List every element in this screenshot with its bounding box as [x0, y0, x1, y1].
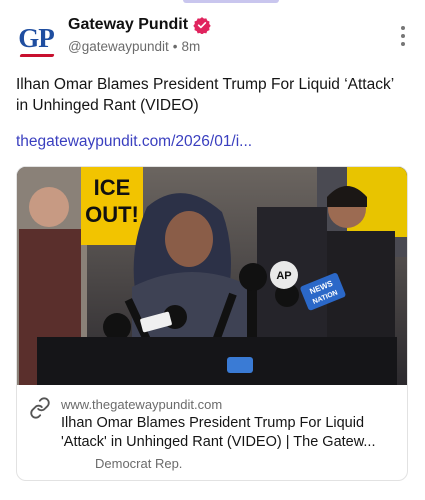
card-domain: www.thegatewaypundit.com	[61, 397, 223, 412]
post-link[interactable]: thegatewaypundit.com/2026/01/i...	[16, 133, 409, 151]
separator: •	[172, 39, 178, 54]
author-handle[interactable]: @gatewaypundit	[68, 39, 169, 54]
avatar-text: GP	[18, 22, 54, 53]
card-meta: www.thegatewaypundit.com Ilhan Omar Blam…	[17, 393, 407, 479]
card-title[interactable]: Ilhan Omar Blames President Trump For Li…	[61, 414, 397, 452]
card-description: Democrat Rep.	[95, 456, 183, 471]
gp-logo-icon: GP	[18, 22, 55, 57]
verified-badge-icon	[193, 16, 211, 34]
post-time: 8m	[181, 39, 201, 54]
sign-text-ice: ICE	[94, 175, 131, 200]
handle-row: @gatewaypundit • 8m	[68, 39, 200, 54]
post-text: Ilhan Omar Blames President Trump For Li…	[16, 76, 394, 114]
post-header: GP Gateway Pundit @gatewaypundit • 8m	[16, 14, 409, 58]
link-preview-card[interactable]: ICE OUT! AP NEWS NATION www.thegatewaypu…	[16, 166, 408, 481]
author-display-name[interactable]: Gateway Pundit	[68, 16, 188, 34]
more-options-icon[interactable]	[395, 24, 411, 48]
avatar[interactable]: GP	[16, 18, 56, 58]
top-handle-bar	[183, 0, 279, 3]
sign-text-out: OUT!	[85, 202, 139, 227]
name-row: Gateway Pundit	[68, 16, 211, 34]
protest-sign: ICE OUT!	[81, 167, 143, 245]
mic-flag-ap: AP	[276, 270, 291, 282]
card-image[interactable]: ICE OUT! AP NEWS NATION	[17, 167, 407, 385]
link-icon	[29, 397, 51, 419]
